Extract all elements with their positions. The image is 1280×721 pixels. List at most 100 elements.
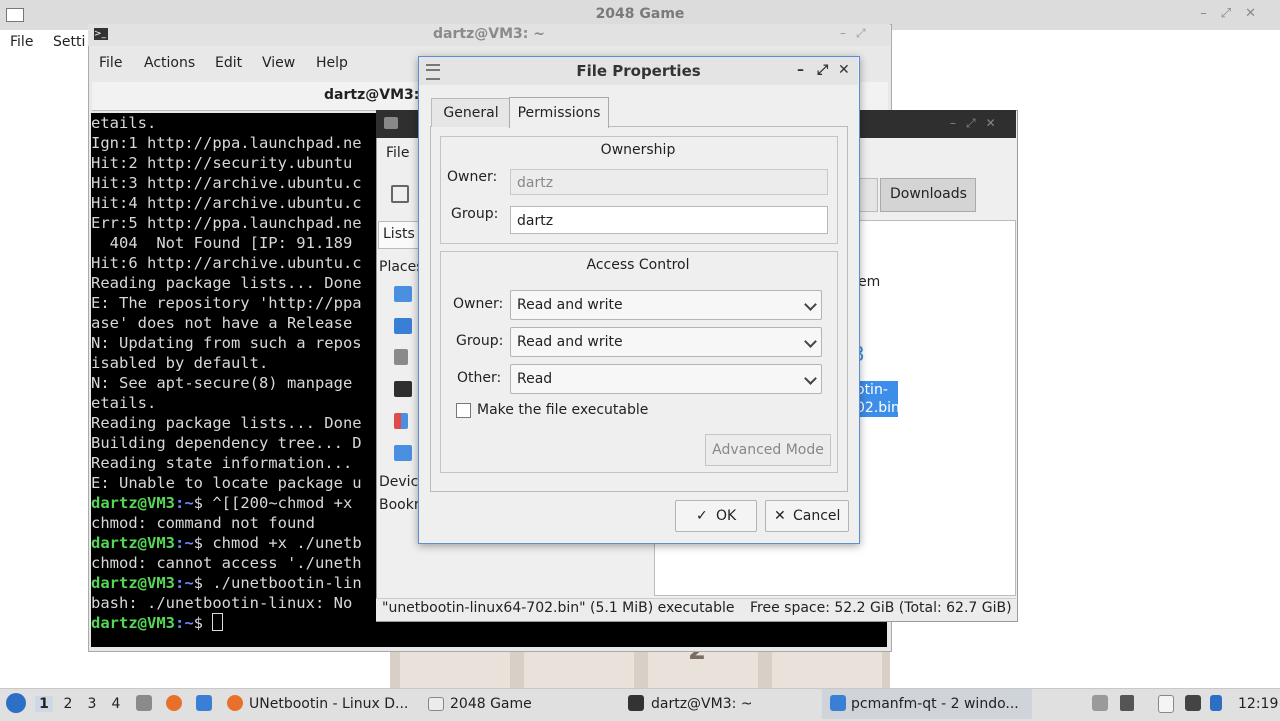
terminal-line: E: Unable to locate package u <box>91 474 362 492</box>
close-icon[interactable]: ✕ <box>838 62 850 78</box>
prompt-path: :~ <box>175 494 194 512</box>
prompt-path: :~ <box>175 574 194 592</box>
terminal-prompt-line: dartz@VM3:~$ <box>91 613 224 633</box>
terminal-line: Hit:4 http://archive.ubuntu.c <box>91 194 362 212</box>
terminal-menu-edit[interactable]: Edit <box>215 55 242 71</box>
game-window-title: 2048 Game <box>595 6 685 22</box>
folder-icon <box>384 117 398 129</box>
prompt-user: dartz@VM3 <box>91 534 175 552</box>
prompt-symbol: $ <box>193 614 213 632</box>
places-label: Places <box>379 259 424 275</box>
chevron-down-icon <box>804 335 817 348</box>
group-field[interactable]: dartz <box>510 206 828 234</box>
tray-up-icon[interactable] <box>1092 695 1108 711</box>
show-desktop-icon[interactable] <box>196 695 212 711</box>
network-tray-icon[interactable] <box>1185 695 1201 711</box>
path-crumb-downloads-label: Downloads <box>890 186 967 202</box>
prompt-path: :~ <box>175 614 194 632</box>
terminal-line: etails. <box>91 114 157 132</box>
terminal-line: etails. <box>91 394 157 412</box>
task-2048-label: 2048 Game <box>450 696 532 712</box>
prompt-path: :~ <box>175 534 194 552</box>
workspace-4[interactable]: 4 <box>107 696 125 712</box>
home-icon[interactable] <box>394 286 412 302</box>
prompt-user: dartz@VM3 <box>91 574 175 592</box>
status-free-space: Free space: 52.2 GiB (Total: 62.7 GiB) <box>750 600 1012 616</box>
file-item-label[interactable]: em <box>858 274 880 290</box>
ok-button[interactable]: ✓ OK <box>675 500 757 532</box>
file-manager-menu-file[interactable]: File <box>386 145 409 161</box>
other-access-select[interactable]: Read <box>510 364 822 394</box>
executable-label[interactable]: Make the file executable <box>477 402 648 418</box>
cancel-button-label: Cancel <box>793 508 841 524</box>
terminal-line: Building dependency tree... D <box>91 434 362 452</box>
chevron-down-icon <box>804 372 817 385</box>
terminal-menu-actions[interactable]: Actions <box>144 55 195 71</box>
terminal-menu-file[interactable]: File <box>99 55 122 71</box>
task-terminal-label: dartz@VM3: ~ <box>651 696 753 712</box>
prompt-command: chmod +x ./unetb <box>212 534 362 552</box>
terminal-cursor <box>212 613 224 631</box>
close-icon: ✕ <box>774 508 786 524</box>
start-menu-icon[interactable] <box>6 693 26 713</box>
desktop-icon[interactable] <box>394 318 412 334</box>
terminal-title: dartz@VM3: ~ <box>433 26 545 42</box>
firefox-icon <box>227 695 243 711</box>
workspace-3[interactable]: 3 <box>83 696 101 712</box>
terminal-window-controls[interactable]: –⤢ <box>840 26 876 41</box>
terminal-line: isabled by default. <box>91 354 269 372</box>
firefox-launcher-icon[interactable] <box>166 695 182 711</box>
group-access-select[interactable]: Read and write <box>510 327 822 357</box>
terminal-prompt-line: dartz@VM3:~$ chmod +x ./unetb <box>91 533 362 553</box>
game-window-controls[interactable]: –⤢✕ <box>1200 6 1270 21</box>
check-icon: ✓ <box>696 508 708 524</box>
file-manager-launcher-icon[interactable] <box>136 695 152 711</box>
trash-icon[interactable] <box>394 349 408 365</box>
new-tab-icon[interactable] <box>391 185 409 203</box>
prompt-command: ^[[200~chmod +x <box>212 494 353 512</box>
advanced-mode-button[interactable]: Advanced Mode <box>705 434 831 466</box>
folder-icon <box>830 695 846 711</box>
terminal-line: ase' does not have a Release <box>91 314 353 332</box>
group-access-label: Group: <box>456 333 504 349</box>
terminal-line: N: See apt-secure(8) manpage <box>91 374 353 392</box>
owner-access-value: Read and write <box>517 297 623 313</box>
tab-permissions[interactable]: Permissions <box>509 97 609 128</box>
terminal-line: Err:5 http://ppa.launchpad.ne <box>91 214 362 232</box>
game-menu-file[interactable]: File <box>10 34 33 50</box>
terminal-output-line: bash: ./unetbootin-linux: No <box>91 594 353 612</box>
owner-label: Owner: <box>447 169 498 185</box>
selected-file-label: otin- <box>856 382 888 398</box>
prompt-symbol: $ <box>193 494 213 512</box>
updates-icon[interactable] <box>1210 695 1222 711</box>
clock[interactable]: 12:19 <box>1238 696 1278 712</box>
maximize-icon[interactable]: ⤢ <box>817 62 828 78</box>
terminal-output-line: chmod: command not found <box>91 514 315 532</box>
terminal-menu-help[interactable]: Help <box>316 55 348 71</box>
terminal-line: Ign:1 http://ppa.launchpad.ne <box>91 134 362 152</box>
owner-field: dartz <box>510 169 828 195</box>
clipboard-icon[interactable] <box>1158 695 1174 713</box>
minimize-icon[interactable]: – <box>797 62 804 78</box>
other-access-value: Read <box>517 371 553 387</box>
workspace-2[interactable]: 2 <box>59 696 77 712</box>
computer-icon[interactable] <box>394 381 412 397</box>
game-menu-settings[interactable]: Setti <box>53 34 85 50</box>
devices-label: Devic <box>379 474 419 490</box>
owner-access-label: Owner: <box>453 296 504 312</box>
bookmarks-label: Bookn <box>379 497 423 513</box>
prompt-symbol: $ <box>193 574 213 592</box>
cancel-button[interactable]: ✕ Cancel <box>765 500 849 532</box>
tab-general[interactable]: General <box>431 98 511 127</box>
network-icon[interactable] <box>394 445 412 461</box>
applications-icon[interactable] <box>394 413 408 429</box>
file-manager-window-controls[interactable]: –⤢✕ <box>950 116 1006 131</box>
workspace-1[interactable]: 1 <box>35 696 53 712</box>
terminal-menu-view[interactable]: View <box>262 55 295 71</box>
prompt-user: dartz@VM3 <box>91 494 175 512</box>
volume-icon[interactable] <box>1120 695 1134 711</box>
access-control-title: Access Control <box>586 257 690 273</box>
owner-access-select[interactable]: Read and write <box>510 290 822 320</box>
executable-checkbox[interactable] <box>456 403 471 418</box>
selected-file-label: 02.bin <box>856 400 900 416</box>
